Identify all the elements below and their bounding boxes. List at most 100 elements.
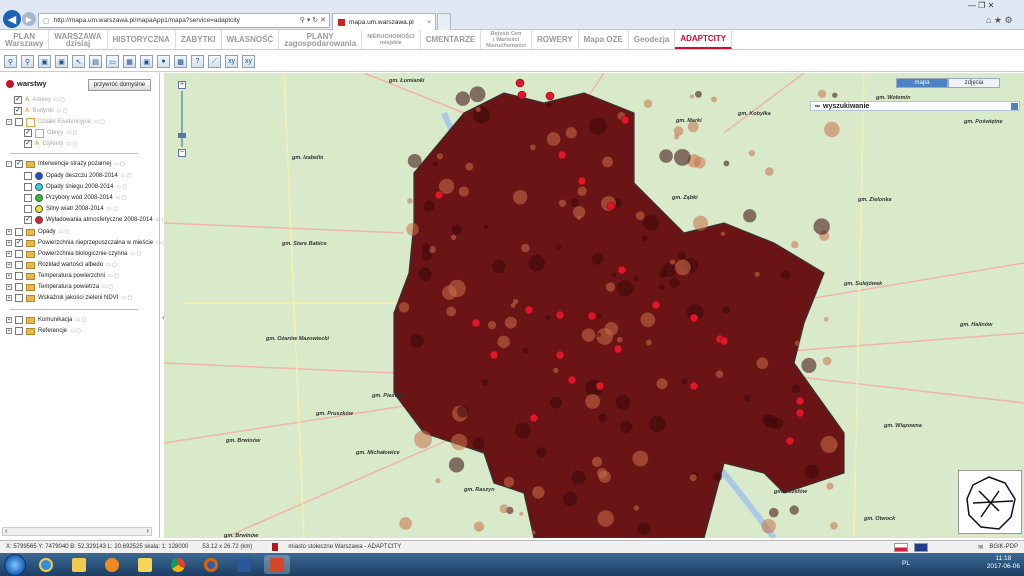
layer-options-icon[interactable]: ▭ ▢ [107, 206, 118, 212]
layer-checkbox[interactable]: ✓ [24, 129, 32, 137]
menu-item-2[interactable]: HISTORYCZNA [108, 30, 176, 49]
layer-item[interactable]: + Temperatura powierzchni ▭ ▢ [6, 271, 119, 281]
menu-item-3[interactable]: ZABYTKI [176, 30, 222, 49]
lightning-event-marker[interactable] [529, 413, 539, 423]
menu-item-7[interactable]: CMENTARZE [421, 30, 482, 49]
clock[interactable]: 11:18 2017-06-06 [987, 555, 1020, 571]
search-toggle-button[interactable] [1011, 103, 1018, 110]
lightning-event-marker[interactable] [689, 381, 699, 391]
explorer-taskbar-icon[interactable] [66, 555, 92, 574]
tool-button-1-icon[interactable]: ⚲ [21, 55, 34, 68]
layer-checkbox[interactable] [24, 172, 32, 180]
tool-button-10-icon[interactable]: ▩ [174, 55, 187, 68]
layer-checkbox[interactable] [24, 194, 32, 202]
layer-item[interactable]: Silny wiatr 2008-2014 ▭ ▢ [24, 204, 118, 214]
overview-map[interactable] [958, 470, 1022, 534]
menu-item-5[interactable]: PLANY zagospodarowania [279, 30, 363, 49]
layer-options-icon[interactable]: ▭ ▢ [66, 141, 77, 147]
layer-options-icon[interactable]: ▭ ▢ [59, 229, 70, 235]
lightning-event-marker[interactable] [434, 190, 444, 200]
tool-button-7-icon[interactable]: ▦ [123, 55, 136, 68]
layer-options-icon[interactable]: ▭ ▢ [130, 251, 141, 257]
tab-close-icon[interactable]: × [427, 19, 431, 26]
word-taskbar-icon[interactable] [231, 555, 257, 574]
layer-checkbox[interactable] [24, 205, 32, 213]
menu-item-9[interactable]: ROWERY [532, 30, 579, 49]
layer-item[interactable]: + Referencje ▭ ▢ [6, 326, 81, 336]
tool-button-6-icon[interactable]: ▭ [106, 55, 119, 68]
tool-button-9-icon[interactable]: ● [157, 55, 170, 68]
address-bar[interactable]: ▢ http://mapa.um.warszawa.pl/mapaApp1/ma… [38, 13, 330, 28]
layer-options-icon[interactable]: ▭ ▢ [116, 184, 127, 190]
layer-item[interactable]: + Komunikacja ▭ ▢ [6, 315, 86, 325]
expand-toggle-icon[interactable]: + [6, 317, 12, 323]
layer-checkbox[interactable]: ✓ [15, 239, 23, 247]
layer-checkbox[interactable] [15, 250, 23, 258]
menu-item-0[interactable]: PLAN Warszawy [0, 30, 50, 49]
lightning-event-marker[interactable] [595, 381, 605, 391]
expand-toggle-icon[interactable]: − [6, 119, 12, 125]
layer-options-icon[interactable]: ▭ ▢ [57, 108, 68, 114]
expand-toggle-icon[interactable]: + [6, 284, 12, 290]
layer-options-icon[interactable]: ▭ ▢ [121, 173, 132, 179]
mail-icon[interactable]: ✉ [978, 544, 983, 551]
address-bar-icons[interactable]: ⚲ ▾ ↻ ✕ [300, 16, 326, 24]
media-player-taskbar-icon[interactable] [99, 555, 125, 574]
tab-zdjecia[interactable]: zdjęcia [948, 78, 1000, 88]
tool-button-5-icon[interactable]: ▤ [89, 55, 102, 68]
lightning-event-marker[interactable] [587, 311, 597, 321]
english-flag-icon[interactable] [914, 542, 929, 552]
expand-toggle-icon[interactable]: − [6, 161, 12, 167]
tab-mapa[interactable]: mapa [896, 78, 948, 88]
expand-toggle-icon[interactable]: + [6, 295, 12, 301]
app-taskbar-icon[interactable] [132, 555, 158, 574]
scroll-right-icon[interactable]: › [147, 528, 149, 535]
lightning-event-marker[interactable] [471, 318, 481, 328]
layer-checkbox[interactable] [15, 272, 23, 280]
menu-item-10[interactable]: Mapa OZE [579, 30, 629, 49]
polish-flag-icon[interactable] [894, 542, 909, 552]
lightning-event-marker[interactable] [577, 176, 587, 186]
layer-checkbox[interactable]: ✓ [14, 96, 22, 104]
lightning-event-marker[interactable] [489, 350, 499, 360]
menu-item-8[interactable]: Rejestr Cen i Wartości Nieruchomości [481, 30, 532, 49]
lightning-event-marker[interactable] [567, 375, 577, 385]
tool-button-12-icon[interactable]: ⟋ [208, 55, 221, 68]
expand-toggle-icon[interactable]: + [6, 229, 12, 235]
lightning-event-marker[interactable] [795, 408, 805, 418]
tool-button-14-icon[interactable]: xy [242, 55, 255, 68]
lightning-event-marker[interactable] [613, 344, 623, 354]
layer-options-icon[interactable]: ▭ ▢ [108, 273, 119, 279]
layer-item[interactable]: ✓ A Budynki ▭ ▢ [14, 106, 68, 116]
layer-item[interactable]: + Opady ▭ ▢ [6, 227, 70, 237]
layer-options-icon[interactable]: ▭ ▢ [106, 262, 117, 268]
map-canvas[interactable]: gm. Łomianki gm. Wołomin gm. Kobyłka gm. Ma… [164, 73, 1024, 538]
tool-button-2-icon[interactable]: ▣ [38, 55, 51, 68]
layer-item[interactable]: + ✓ Powierzchnia nieprzepuszczalna w mieśc… [6, 238, 167, 248]
lightning-event-marker[interactable] [689, 313, 699, 323]
tool-button-4-icon[interactable]: ↖ [72, 55, 85, 68]
tool-button-3-icon[interactable]: ▣ [55, 55, 68, 68]
layer-options-icon[interactable]: ▭ ▢ [66, 130, 77, 136]
powerpoint-taskbar-icon[interactable] [264, 555, 290, 574]
layer-options-icon[interactable]: ▭ ▢ [102, 284, 113, 290]
lightning-event-marker[interactable] [557, 150, 567, 160]
layer-checkbox[interactable] [15, 316, 23, 324]
tool-button-13-icon[interactable]: xy [225, 55, 238, 68]
layer-options-icon[interactable]: ▭ ▢ [121, 295, 132, 301]
lightning-event-marker[interactable] [555, 350, 565, 360]
menu-item-4[interactable]: WŁASNOŚĆ [222, 30, 280, 49]
layer-checkbox[interactable] [15, 261, 23, 269]
layer-options-icon[interactable]: ▭ ▢ [70, 328, 81, 334]
layer-item[interactable]: − Działki Ewidencyjne ▭ ▢ [6, 117, 105, 127]
lightning-event-marker[interactable] [515, 78, 525, 88]
lightning-event-marker[interactable] [517, 90, 527, 100]
layer-checkbox[interactable] [15, 228, 23, 236]
browser-tab-active[interactable]: mapa.um.warszawa.pl × [332, 13, 436, 30]
lightning-event-marker[interactable] [795, 396, 805, 406]
expand-toggle-icon[interactable]: + [6, 273, 12, 279]
lightning-event-marker[interactable] [524, 305, 534, 315]
forward-button-icon[interactable]: ▶ [22, 12, 36, 26]
zoom-out-button[interactable]: − [178, 149, 186, 157]
layer-item[interactable]: + Wskaźnik jakości zieleni NDVI ▭ ▢ [6, 293, 132, 303]
